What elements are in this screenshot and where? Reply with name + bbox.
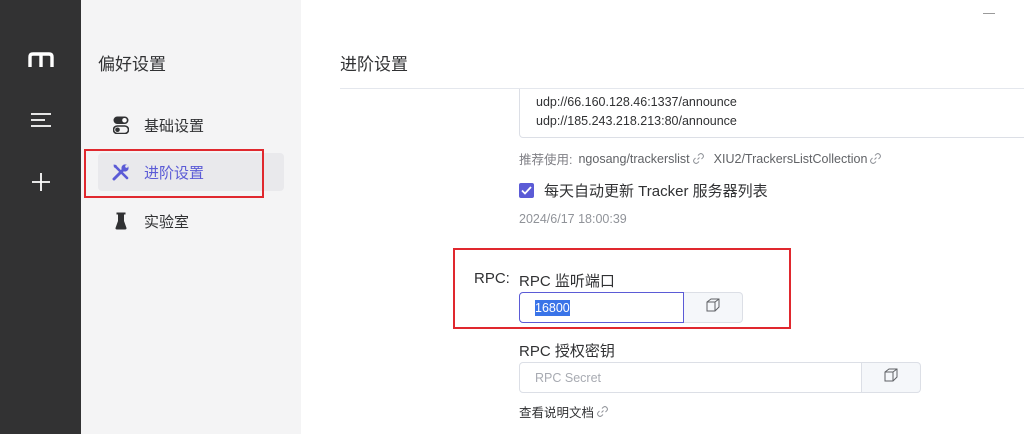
add-task-icon[interactable] — [0, 162, 81, 202]
rpc-secret-label: RPC 授权密钥 — [519, 343, 615, 360]
nav-item-advanced-settings[interactable]: 进阶设置 — [98, 153, 284, 191]
auto-update-label: 每天自动更新 Tracker 服务器列表 — [544, 183, 768, 200]
tracker-line-clipped: udp://---.---.---.--:----/announce — [536, 89, 702, 92]
rpc-port-label: RPC 监听端口 — [519, 273, 615, 290]
auto-update-checkbox[interactable]: 每天自动更新 Tracker 服务器列表 — [519, 180, 768, 201]
rpc-port-group: 16800 — [519, 292, 743, 323]
view-docs-link[interactable]: 查看说明文档 — [519, 402, 608, 421]
minimize-button[interactable] — [982, 8, 996, 18]
external-link-icon — [870, 153, 882, 164]
page-title: 进阶设置 — [340, 55, 408, 74]
rpc-port-input[interactable]: 16800 — [519, 292, 684, 323]
nav-item-label: 进阶设置 — [144, 164, 205, 182]
nav-item-label: 实验室 — [144, 213, 190, 231]
random-secret-button[interactable] — [862, 362, 921, 393]
dice-icon — [706, 298, 720, 317]
rpc-secret-placeholder: RPC Secret — [535, 370, 601, 385]
nav-item-lab[interactable]: 实验室 — [98, 202, 284, 240]
rpc-secret-group: RPC Secret — [519, 362, 921, 393]
trackerslist-link[interactable]: ngosang/trackerslist — [578, 152, 704, 166]
settings-nav: 偏好设置 基础设置 进阶设置 实验室 — [81, 0, 301, 434]
main-content: 进阶设置 udp://---.---.---.--:----/announce … — [301, 0, 1024, 434]
menu-icon[interactable] — [0, 100, 81, 140]
rpc-secret-input[interactable]: RPC Secret — [519, 362, 862, 393]
external-link-icon — [692, 153, 704, 164]
external-link-icon — [597, 406, 608, 417]
toggle-icon — [112, 116, 130, 134]
tracker-line: udp://185.243.218.213:80/announce — [536, 114, 737, 128]
random-port-button[interactable] — [684, 292, 743, 323]
tools-icon — [112, 163, 130, 181]
flask-icon — [112, 212, 130, 230]
icon-rail — [0, 0, 81, 434]
last-update-timestamp: 2024/6/17 18:00:39 — [519, 212, 627, 226]
recommend-label: 推荐使用: — [519, 153, 573, 167]
nav-item-basic-settings[interactable]: 基础设置 — [98, 106, 284, 144]
rpc-section-label: RPC: — [474, 270, 510, 287]
tracker-recommend-row: 推荐使用: ngosang/trackerslist XIU2/Trackers… — [519, 149, 882, 168]
app-logo-icon[interactable] — [0, 40, 81, 80]
tracker-list-textarea[interactable]: udp://---.---.---.--:----/announce udp:/… — [519, 89, 1024, 138]
trackerslistcollection-link[interactable]: XIU2/TrackersListCollection — [714, 152, 882, 166]
nav-item-label: 基础设置 — [144, 117, 205, 135]
tracker-line: udp://66.160.128.46:1337/announce — [536, 95, 737, 109]
nav-title: 偏好设置 — [98, 55, 166, 74]
dice-icon — [884, 368, 898, 387]
checkbox-checked-icon[interactable] — [519, 183, 534, 198]
rpc-port-value: 16800 — [535, 299, 570, 316]
